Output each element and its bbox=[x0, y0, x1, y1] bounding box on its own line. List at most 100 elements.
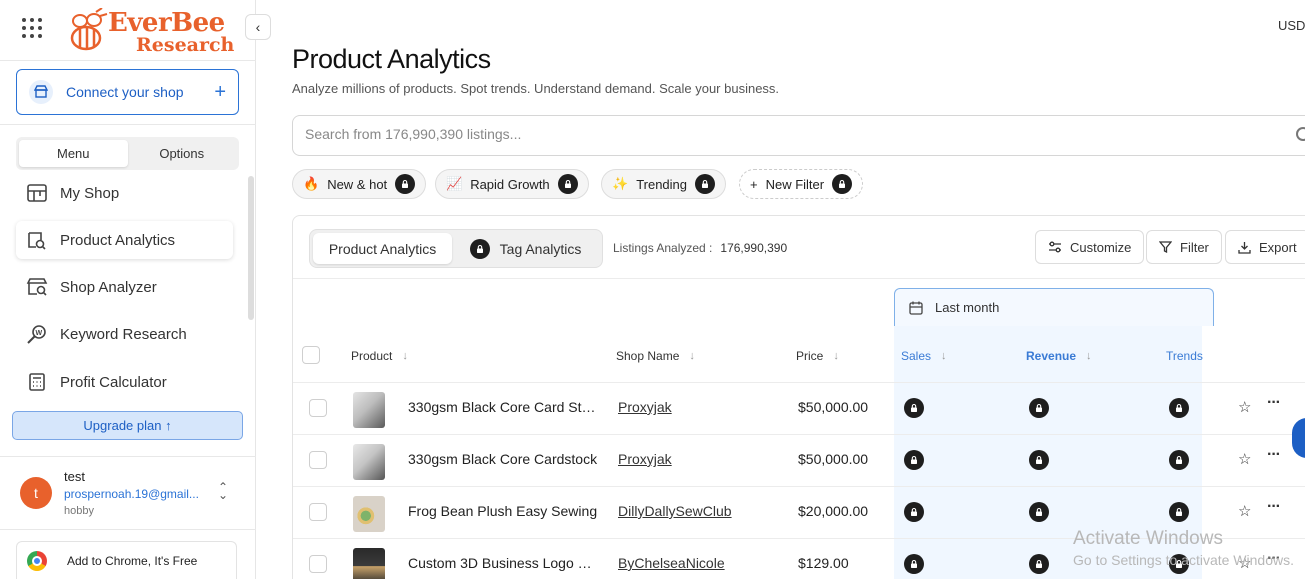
menu-options-toggle: Menu Options bbox=[16, 137, 239, 170]
trends-lock-icon[interactable] bbox=[1169, 398, 1189, 418]
period-selector[interactable]: Last month bbox=[894, 288, 1214, 326]
sales-lock-icon[interactable] bbox=[904, 554, 924, 574]
search-icon[interactable] bbox=[1296, 127, 1305, 141]
divider bbox=[0, 124, 256, 125]
chart-up-icon: 📈 bbox=[446, 176, 463, 191]
product-thumbnail[interactable] bbox=[353, 496, 385, 532]
add-to-chrome-button[interactable]: Add to Chrome, It's Free bbox=[16, 541, 237, 579]
apps-grid-icon[interactable] bbox=[22, 18, 42, 38]
sidebar-item-product-analytics[interactable]: Product Analytics bbox=[16, 221, 233, 259]
product-name[interactable]: 330gsm Black Core Card Stock bbox=[408, 399, 598, 415]
filter-button[interactable]: Filter bbox=[1146, 230, 1222, 264]
user-email: prospernoah.19@gmail... bbox=[64, 487, 199, 501]
filter-label: Filter bbox=[1180, 239, 1209, 255]
column-header-price[interactable]: Price ↓ bbox=[796, 349, 839, 363]
trends-lock-icon[interactable] bbox=[1169, 502, 1189, 522]
product-name[interactable]: 330gsm Black Core Cardstock bbox=[408, 451, 598, 467]
sidebar-item-label: Product Analytics bbox=[60, 231, 176, 249]
tab-product-analytics[interactable]: Product Analytics bbox=[313, 233, 453, 264]
tab-menu[interactable]: Menu bbox=[19, 140, 128, 167]
column-header-revenue[interactable]: Revenue ↓ bbox=[1026, 349, 1092, 363]
shop-link[interactable]: Proxyjak bbox=[618, 451, 672, 467]
everbee-logo[interactable]: EverBee Research bbox=[66, 6, 236, 56]
listings-analyzed-value: 176,990,390 bbox=[720, 241, 788, 255]
export-button[interactable]: Export bbox=[1225, 230, 1305, 264]
column-header-product[interactable]: Product ↓ bbox=[351, 349, 408, 363]
sales-lock-icon[interactable] bbox=[904, 398, 924, 418]
collapse-sidebar-button[interactable]: ‹ bbox=[245, 14, 271, 40]
product-price: $50,000.00 bbox=[798, 451, 869, 467]
shop-link[interactable]: Proxyjak bbox=[618, 399, 672, 415]
select-all-checkbox[interactable] bbox=[302, 346, 320, 364]
sidebar-scrollbar[interactable] bbox=[248, 176, 254, 320]
sales-lock-icon[interactable] bbox=[904, 502, 924, 522]
more-options-icon[interactable]: ··· bbox=[1267, 446, 1281, 464]
sidebar-item-keyword-research[interactable]: W Keyword Research bbox=[16, 315, 233, 353]
lock-icon bbox=[469, 238, 490, 259]
lock-icon bbox=[557, 174, 578, 194]
add-to-chrome-label: Add to Chrome, It's Free bbox=[67, 553, 198, 568]
revenue-lock-icon[interactable] bbox=[1029, 502, 1049, 522]
star-icon[interactable]: ☆ bbox=[1238, 398, 1251, 416]
sort-arrow-icon: ↓ bbox=[833, 350, 839, 362]
table-row[interactable]: 330gsm Black Core Card Stock Proxyjak $5… bbox=[293, 382, 1305, 434]
product-search-icon bbox=[28, 232, 46, 250]
product-name[interactable]: Frog Bean Plush Easy Sewing bbox=[408, 503, 598, 519]
tab-options[interactable]: Options bbox=[128, 140, 237, 167]
sort-arrow-icon: ↓ bbox=[402, 350, 408, 362]
column-header-sales[interactable]: Sales ↓ bbox=[901, 349, 947, 363]
star-icon[interactable]: ☆ bbox=[1238, 450, 1251, 468]
tab-tag-analytics[interactable]: Tag Analytics bbox=[452, 233, 599, 264]
filter-chip-trending[interactable]: ✨ Trending bbox=[601, 169, 727, 199]
sales-lock-icon[interactable] bbox=[904, 450, 924, 470]
product-thumbnail[interactable] bbox=[353, 392, 385, 428]
customize-button[interactable]: Customize bbox=[1035, 230, 1145, 264]
column-header-trends[interactable]: Trends bbox=[1166, 349, 1203, 363]
divider bbox=[293, 278, 1305, 279]
product-name[interactable]: Custom 3D Business Logo Sign bbox=[408, 555, 598, 571]
column-header-shop-name[interactable]: Shop Name ↓ bbox=[616, 349, 695, 363]
product-price: $20,000.00 bbox=[798, 503, 869, 519]
more-options-icon[interactable]: ··· bbox=[1267, 498, 1281, 516]
sliders-icon bbox=[1049, 241, 1061, 253]
sidebar-item-profit-calculator[interactable]: Profit Calculator bbox=[16, 363, 233, 401]
sort-arrow-icon: ↓ bbox=[1086, 350, 1092, 362]
new-filter-button[interactable]: + New Filter bbox=[739, 169, 864, 199]
row-checkbox[interactable] bbox=[309, 451, 327, 469]
calculator-icon bbox=[29, 373, 45, 391]
product-thumbnail[interactable] bbox=[353, 444, 385, 480]
user-account-switcher[interactable]: t test prospernoah.19@gmail... hobby ⌃ ⌄ bbox=[0, 456, 256, 530]
currency-selector[interactable]: USD bbox=[1278, 18, 1305, 33]
lock-icon bbox=[695, 174, 716, 194]
column-label: Product bbox=[351, 349, 393, 363]
product-thumbnail[interactable] bbox=[353, 548, 385, 579]
main-content: USD Product Analytics Analyze millions o… bbox=[256, 0, 1305, 579]
revenue-lock-icon[interactable] bbox=[1029, 554, 1049, 574]
svg-text:W: W bbox=[36, 330, 43, 337]
trends-lock-icon[interactable] bbox=[1169, 450, 1189, 470]
more-options-icon[interactable]: ··· bbox=[1267, 394, 1281, 412]
search-input[interactable] bbox=[305, 126, 1105, 142]
revenue-lock-icon[interactable] bbox=[1029, 450, 1049, 470]
sidebar-item-shop-analyzer[interactable]: Shop Analyzer bbox=[16, 268, 233, 306]
sort-arrow-icon: ↓ bbox=[941, 350, 947, 362]
chip-label: New Filter bbox=[765, 176, 825, 192]
revenue-lock-icon[interactable] bbox=[1029, 398, 1049, 418]
export-label: Export bbox=[1259, 239, 1297, 255]
upgrade-plan-button[interactable]: Upgrade plan ↑ bbox=[12, 411, 243, 440]
filter-chip-rapid-growth[interactable]: 📈 Rapid Growth bbox=[435, 169, 589, 199]
row-checkbox[interactable] bbox=[309, 503, 327, 521]
shop-link[interactable]: DillyDallySewClub bbox=[618, 503, 732, 519]
shop-link[interactable]: ByChelseaNicole bbox=[618, 555, 725, 571]
row-checkbox[interactable] bbox=[309, 399, 327, 417]
connect-shop-button[interactable]: Connect your shop + bbox=[16, 69, 239, 115]
sidebar-item-my-shop[interactable]: My Shop bbox=[16, 174, 233, 212]
page-title: Product Analytics bbox=[292, 44, 491, 74]
star-icon[interactable]: ☆ bbox=[1238, 502, 1251, 520]
filter-chip-new-hot[interactable]: 🔥 New & hot bbox=[292, 169, 427, 199]
avatar: t bbox=[20, 477, 52, 509]
shop-analyzer-icon bbox=[26, 278, 48, 296]
row-checkbox[interactable] bbox=[309, 555, 327, 573]
table-row[interactable]: 330gsm Black Core Cardstock Proxyjak $50… bbox=[293, 434, 1305, 486]
period-label: Last month bbox=[935, 300, 1000, 315]
